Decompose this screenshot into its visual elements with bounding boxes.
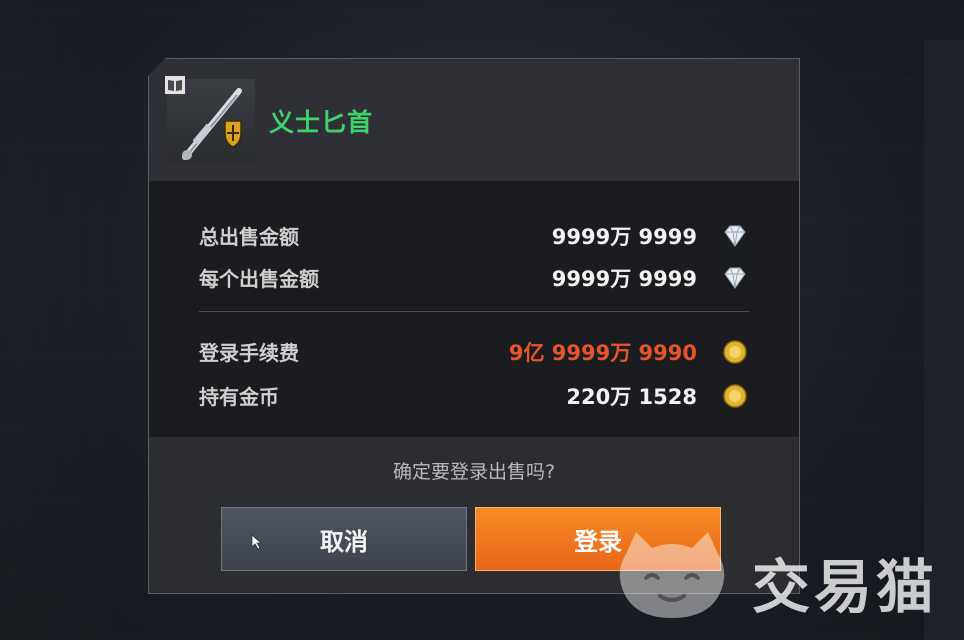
gold-coin-icon	[723, 384, 747, 408]
gold-held-value: 220万 1528	[566, 385, 697, 409]
total-sale-value: 9999万 9999	[551, 225, 697, 249]
gold-coin-icon	[723, 340, 747, 364]
total-sale-label: 总出售金额	[199, 225, 299, 249]
listing-fee-row: 登录手续费 9亿 9999万 9990	[199, 337, 749, 367]
watermark-text: 交易猫	[752, 553, 939, 621]
diamond-icon	[724, 267, 746, 289]
price-details: 总出售金额 9999万 9999 每个出售金额 9999万 9999 登录手续费…	[149, 181, 799, 437]
gold-held-label: 持有金币	[199, 385, 279, 409]
watermark: 交易猫	[612, 522, 942, 632]
per-item-sale-value: 9999万 9999	[551, 267, 697, 291]
confirm-prompt: 确定要登录出售吗?	[392, 461, 556, 483]
gold-held-row: 持有金币 220万 1528	[199, 381, 749, 411]
per-item-sale-label: 每个出售金额	[199, 267, 319, 291]
book-icon	[165, 76, 185, 94]
item-name: 义士匕首	[269, 108, 374, 137]
sell-confirm-dialog: 义士匕首 总出售金额 9999万 9999 每个出售金额 9999万 9999 …	[148, 58, 800, 594]
cat-logo-icon	[619, 532, 725, 618]
diamond-icon	[724, 225, 746, 247]
listing-fee-value: 9亿 9999万 9990	[508, 341, 697, 365]
total-sale-row: 总出售金额 9999万 9999	[199, 221, 749, 251]
cursor-icon	[251, 534, 263, 550]
listing-fee-label: 登录手续费	[199, 341, 299, 365]
per-item-sale-row: 每个出售金额 9999万 9999	[199, 263, 749, 293]
divider	[199, 311, 749, 312]
dialog-header: 义士匕首	[149, 59, 799, 181]
